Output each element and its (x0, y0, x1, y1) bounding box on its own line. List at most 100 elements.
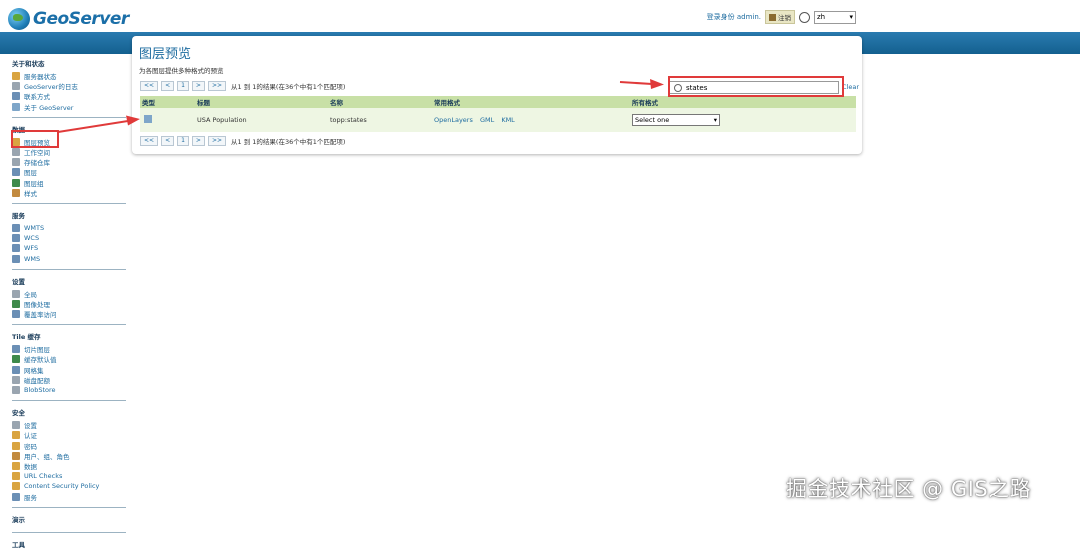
sidebar-item-stores[interactable]: 存储仓库 (12, 157, 126, 167)
sidebar-section-title[interactable]: 演示 (12, 514, 126, 524)
sidebar-item-label: 图层组 (24, 179, 44, 188)
caching-defaults-icon (12, 355, 20, 364)
sidebar-item-service-security[interactable]: 服务 (12, 491, 126, 502)
sidebar-section-title[interactable]: 工具 (12, 539, 126, 549)
sidebar-item-coverage-access[interactable]: 覆盖率访问 (12, 309, 126, 319)
sidebar-item-label: 服务 (24, 493, 37, 502)
sidebar-item-label: 图层 (24, 169, 37, 178)
chevron-down-icon: ▾ (713, 116, 717, 124)
pager-bottom: << < 1 > >> 从1 到 1的结果(在36个中有1个匹配项) (140, 136, 345, 146)
pager-page-button[interactable]: 1 (177, 136, 189, 146)
sidebar-item-label: 全局 (24, 290, 37, 299)
pager-last-button[interactable]: >> (207, 136, 227, 146)
key-icon (12, 421, 20, 430)
sidebar-item-wfs[interactable]: WFS (12, 243, 126, 253)
sidebar-item-label: 认证 (24, 432, 37, 441)
sidebar-item-label: WCS (24, 234, 40, 243)
sidebar-item-data-security[interactable]: 数据 (12, 461, 126, 471)
service-icon (12, 254, 20, 263)
cell-name: topp:states (330, 116, 367, 124)
sidebar-section-about: 关于和状态 服务器状态 GeoServer的日志 联系方式 关于 GeoServ… (12, 58, 126, 118)
language-select[interactable]: zh ▾ (814, 10, 856, 24)
workspace-icon (12, 148, 20, 157)
sidebar-item-label: 用户、组、角色 (24, 452, 70, 461)
sidebar-section-services: 服务 WMTS WCS WFS WMS (12, 210, 126, 270)
sidebar-item-csp[interactable]: Content Security Policy (12, 481, 126, 491)
server-status-icon (12, 72, 20, 81)
chevron-down-icon: ▾ (849, 13, 853, 21)
sidebar-item-label: 关于 GeoServer (24, 103, 74, 112)
kml-link[interactable]: KML (501, 116, 515, 124)
sidebar-item-security-settings[interactable]: 设置 (12, 420, 126, 430)
column-header-title[interactable]: 标题 (197, 97, 330, 107)
sidebar-item-layer-groups[interactable]: 图层组 (12, 178, 126, 188)
watermark-text: 掘金技术社区 @ GIS之路 (786, 477, 1032, 501)
sidebar-item-layers[interactable]: 图层 (12, 167, 126, 177)
sidebar-item-users-groups-roles[interactable]: 用户、组、角色 (12, 451, 126, 461)
sidebar-item-label: 数据 (24, 462, 37, 471)
pager-next-button[interactable]: > (191, 136, 205, 146)
store-icon (12, 158, 20, 167)
sidebar-item-passwords[interactable]: 密码 (12, 441, 126, 451)
column-header-name[interactable]: 名称 (330, 97, 434, 107)
pager-prev-button[interactable]: < (161, 81, 175, 91)
sidebar-item-wms[interactable]: WMS (12, 253, 126, 263)
layer-group-icon (12, 178, 20, 187)
sidebar-item-label: 切片图层 (24, 346, 50, 355)
sidebar-section-security: 安全 设置 认证 密码 用户、组、角色 数据 URL Checks Conten… (12, 407, 126, 508)
log-icon (12, 82, 20, 91)
sidebar-item-logs[interactable]: GeoServer的日志 (12, 81, 126, 91)
sidebar-item-label: GeoServer的日志 (24, 83, 78, 92)
sidebar-item-label: 网格集 (24, 366, 44, 375)
sidebar-item-label: 设置 (24, 422, 37, 431)
sidebar-item-server-status[interactable]: 服务器状态 (12, 71, 126, 81)
sidebar-item-label: 缓存默认值 (24, 356, 57, 365)
table-header: 类型 标题 名称 常用格式 所有格式 (140, 96, 856, 108)
sidebar-item-url-checks[interactable]: URL Checks (12, 471, 126, 481)
pager-prev-button[interactable]: < (161, 136, 175, 146)
pager-last-button[interactable]: >> (207, 81, 227, 91)
page-title: 图层预览 (139, 47, 192, 62)
sidebar-item-image-processing[interactable]: 图像处理 (12, 299, 126, 309)
sidebar-item-label: 样式 (24, 189, 37, 198)
geoserver-logo[interactable]: GeoServer (8, 8, 129, 30)
blobstore-icon (12, 386, 20, 395)
pager-page-button[interactable]: 1 (177, 81, 189, 91)
gml-link[interactable]: GML (480, 116, 494, 124)
sidebar-item-wmts[interactable]: WMTS (12, 223, 126, 233)
openlayers-link[interactable]: OpenLayers (434, 116, 473, 124)
logout-button[interactable]: 注销 (765, 10, 795, 24)
shield-icon (12, 482, 20, 491)
sidebar-item-disk-quota[interactable]: 磁盘配额 (12, 375, 126, 385)
sidebar-item-blobstore[interactable]: BlobStore (12, 385, 126, 395)
logo-text: GeoServer (33, 9, 129, 29)
pager-top: << < 1 > >> 从1 到 1的结果(在36个中有1个匹配项) (140, 81, 345, 91)
sidebar-item-authentication[interactable]: 认证 (12, 430, 126, 440)
sidebar-item-styles[interactable]: 样式 (12, 188, 126, 198)
sidebar-item-about[interactable]: 关于 GeoServer (12, 102, 126, 112)
column-header-type[interactable]: 类型 (140, 97, 197, 107)
sidebar-item-gridsets[interactable]: 网格集 (12, 365, 126, 375)
sidebar-section-demos: 演示 (12, 514, 126, 533)
cell-title: USA Population (197, 116, 247, 124)
sidebar-item-wcs[interactable]: WCS (12, 233, 126, 243)
pager-summary: 从1 到 1的结果(在36个中有1个匹配项) (231, 83, 346, 91)
cell-type (140, 115, 197, 125)
pager-first-button[interactable]: << (140, 136, 159, 146)
sidebar-item-contact[interactable]: 联系方式 (12, 91, 126, 101)
login-status: 登录身份 admin. (706, 13, 761, 21)
sidebar-section-title: Tile 缓存 (12, 333, 41, 342)
sidebar-item-workspaces[interactable]: 工作空间 (12, 147, 126, 157)
sidebar-item-global[interactable]: 全局 (12, 289, 126, 299)
sidebar-section-title: 安全 (12, 409, 25, 418)
service-icon (12, 244, 20, 253)
all-formats-select[interactable]: Select one ▾ (632, 114, 720, 126)
sidebar-item-caching-defaults[interactable]: 缓存默认值 (12, 354, 126, 364)
sidebar-item-label: WFS (24, 244, 39, 253)
pager-next-button[interactable]: > (191, 81, 205, 91)
sidebar-item-label: Content Security Policy (24, 482, 100, 491)
sidebar-item-label: BlobStore (24, 386, 56, 395)
sidebar-item-tile-layers[interactable]: 切片图层 (12, 344, 126, 354)
pager-first-button[interactable]: << (140, 81, 159, 91)
clear-search-link[interactable]: Clear (842, 83, 859, 91)
